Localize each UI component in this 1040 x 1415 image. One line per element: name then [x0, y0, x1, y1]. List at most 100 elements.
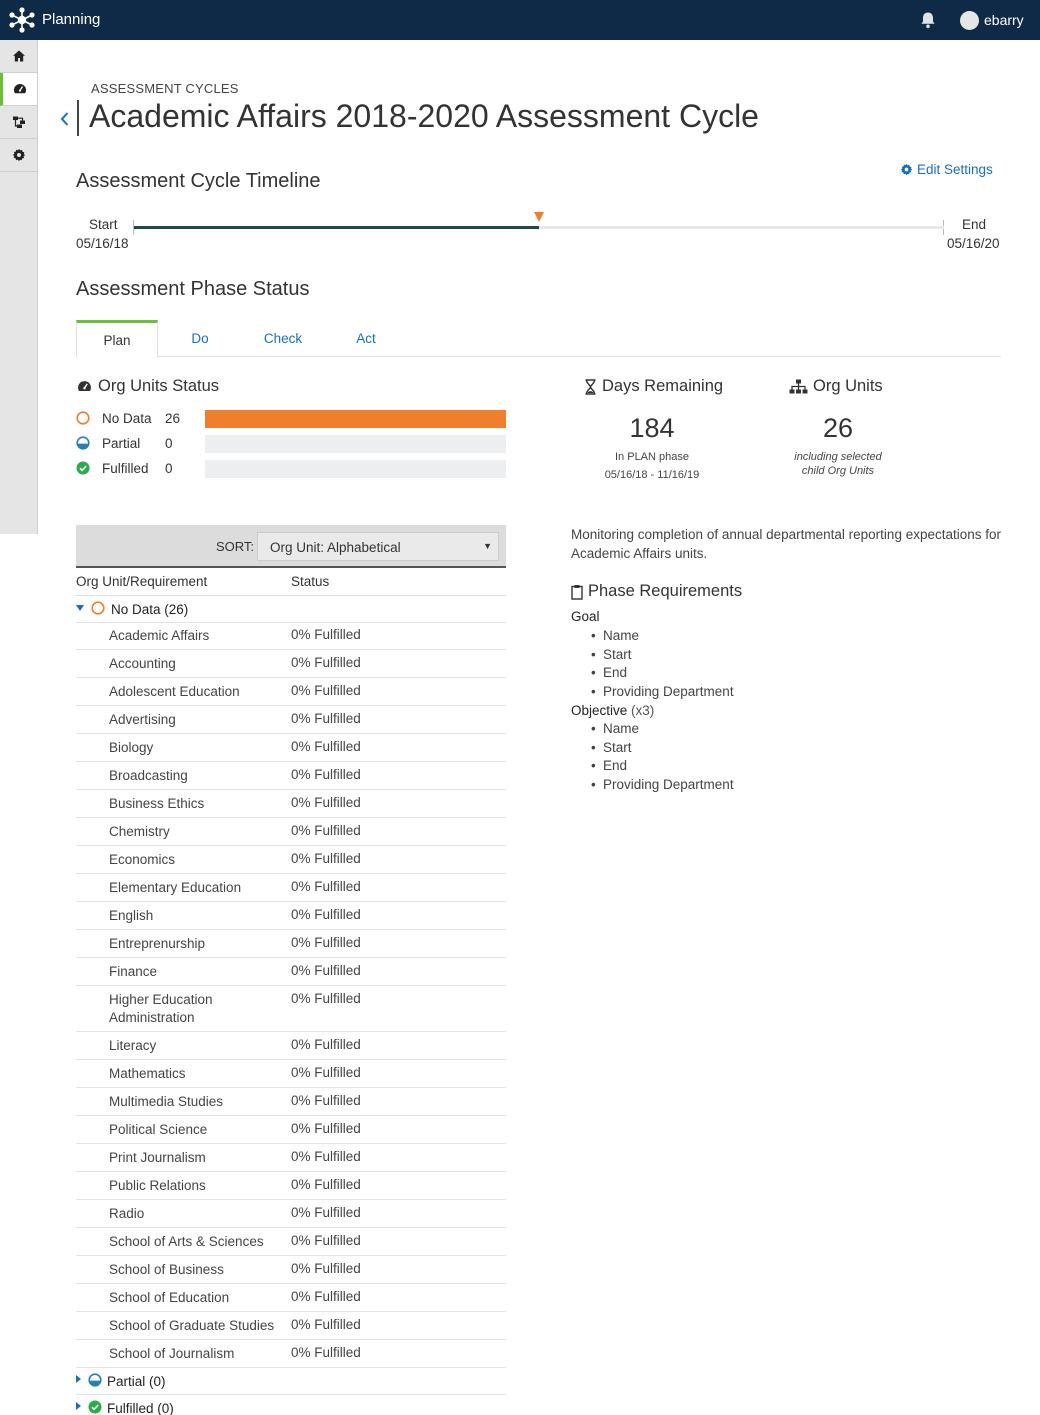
tab-do[interactable]: Do [176, 320, 224, 357]
org-unit-name: School of Journalism [109, 1346, 235, 1361]
table-row[interactable]: Elementary Education 0% Fulfilled [76, 874, 506, 902]
table-row[interactable]: Advertising 0% Fulfilled [76, 706, 506, 734]
collapsed-groups: Partial (0) Fulfilled (0) [76, 1368, 506, 1415]
fulfilled-check-icon [88, 1400, 102, 1414]
org-unit-status: 0% Fulfilled [291, 935, 361, 950]
sort-select[interactable]: Org Unit: Alphabetical ▼ [257, 532, 499, 561]
rail-item-settings[interactable] [0, 139, 37, 172]
table-row[interactable]: Print Journalism 0% Fulfilled [76, 1144, 506, 1172]
sort-bar: SORT: Org Unit: Alphabetical ▼ [76, 525, 506, 568]
org-unit-name: Accounting [109, 656, 176, 671]
org-unit-name: School of Business [109, 1262, 224, 1277]
tab-act[interactable]: Act [346, 320, 386, 357]
requirement-item: Name [591, 721, 639, 736]
table-row[interactable]: Multimedia Studies 0% Fulfilled [76, 1088, 506, 1116]
table-row[interactable]: Political Science 0% Fulfilled [76, 1116, 506, 1144]
planning-logo-icon[interactable] [8, 7, 36, 33]
edit-settings-link[interactable]: Edit Settings [900, 162, 993, 177]
gear-icon [900, 163, 913, 176]
timeline-current-marker [534, 212, 544, 222]
table-row[interactable]: Mathematics 0% Fulfilled [76, 1060, 506, 1088]
days-remaining-title: Days Remaining [584, 377, 723, 396]
tab-plan[interactable]: Plan [76, 320, 158, 358]
username[interactable]: ebarry [984, 12, 1024, 28]
org-unit-status: 0% Fulfilled [291, 739, 361, 754]
tab-check[interactable]: Check [256, 320, 310, 357]
table-row[interactable]: Literacy 0% Fulfilled [76, 1032, 506, 1060]
table-row[interactable]: Economics 0% Fulfilled [76, 846, 506, 874]
table-row[interactable]: Business Ethics 0% Fulfilled [76, 790, 506, 818]
org-unit-status: 0% Fulfilled [291, 1093, 361, 1108]
status-label: Partial [102, 436, 141, 451]
org-unit-status: 0% Fulfilled [291, 1233, 361, 1248]
clipboard-icon [571, 584, 583, 600]
requirement-item: Start [591, 740, 632, 755]
rail-item-hierarchy[interactable] [0, 106, 37, 139]
sort-select-value: Org Unit: Alphabetical [270, 540, 401, 555]
timeline-end-label: End [962, 217, 987, 232]
org-unit-name: Political Science [109, 1122, 208, 1137]
column-header-status[interactable]: Status [291, 574, 329, 589]
phase-tabs: Plan Do Check Act [76, 320, 1001, 358]
group-row-partial[interactable]: Partial (0) [76, 1368, 506, 1395]
table-row[interactable]: Higher Education Administration 0% Fulfil… [76, 986, 506, 1032]
org-units-note-2: child Org Units [801, 465, 875, 477]
gear-icon [12, 148, 25, 162]
table-row[interactable]: Biology 0% Fulfilled [76, 734, 506, 762]
table-row[interactable]: Adolescent Education 0% Fulfilled [76, 678, 506, 706]
column-header-org-unit[interactable]: Org Unit/Requirement [76, 574, 207, 589]
caret-right-icon[interactable] [76, 1375, 81, 1383]
org-unit-status: 0% Fulfilled [291, 767, 361, 782]
org-unit-name: Higher Education Administration [109, 992, 213, 1025]
notifications-bell-icon[interactable] [918, 10, 938, 30]
status-bar [205, 435, 506, 453]
rail-item-home[interactable] [0, 40, 37, 73]
org-unit-status: 0% Fulfilled [291, 683, 361, 698]
side-rail [0, 40, 38, 534]
org-unit-status: 0% Fulfilled [291, 907, 361, 922]
status-row-fulfilled: Fulfilled 0 [76, 460, 508, 478]
timeline-track [134, 226, 944, 229]
table-row[interactable]: School of Business 0% Fulfilled [76, 1256, 506, 1284]
table-row[interactable]: Broadcasting 0% Fulfilled [76, 762, 506, 790]
org-unit-name: Finance [109, 964, 158, 979]
org-units-status-label: Org Units Status [98, 377, 220, 395]
caret-down-icon: ▼ [483, 541, 492, 551]
group-row-fulfilled[interactable]: Fulfilled (0) [76, 1395, 506, 1415]
org-units-note-1: including selected [794, 451, 882, 463]
table-row[interactable]: Radio 0% Fulfilled [76, 1200, 506, 1228]
table-row[interactable]: School of Arts & Sciences 0% Fulfilled [76, 1228, 506, 1256]
org-unit-name: English [109, 908, 154, 923]
hierarchy-icon [12, 116, 25, 128]
breadcrumb[interactable]: ASSESSMENT CYCLES [91, 81, 239, 96]
title-divider [77, 100, 79, 136]
org-unit-name: Biology [109, 740, 154, 755]
org-unit-name: Mathematics [109, 1066, 186, 1081]
table-row[interactable]: School of Education 0% Fulfilled [76, 1284, 506, 1312]
org-unit-name: School of Arts & Sciences [109, 1234, 264, 1249]
org-unit-status: 0% Fulfilled [291, 1289, 361, 1304]
avatar[interactable] [960, 11, 979, 30]
org-unit-name: Advertising [109, 712, 176, 727]
table-row[interactable]: Academic Affairs 0% Fulfilled [76, 622, 506, 650]
org-unit-name: Adolescent Education [109, 684, 240, 699]
objective-count: (x3) [631, 703, 655, 718]
rail-item-dashboard[interactable] [0, 73, 37, 106]
org-unit-name: Economics [109, 852, 176, 867]
org-unit-status: 0% Fulfilled [291, 823, 361, 838]
table-row[interactable]: Chemistry 0% Fulfilled [76, 818, 506, 846]
table-row[interactable]: School of Graduate Studies 0% Fulfilled [76, 1312, 506, 1340]
caret-right-icon[interactable] [76, 1402, 81, 1410]
table-row[interactable]: Public Relations 0% Fulfilled [76, 1172, 506, 1200]
requirement-item-label: Providing Department [603, 684, 734, 700]
requirement-item: Providing Department [591, 777, 734, 792]
table-row[interactable]: English 0% Fulfilled [76, 902, 506, 930]
table-row[interactable]: Entreprenurship 0% Fulfilled [76, 930, 506, 958]
timeline-progress [134, 226, 539, 229]
table-row[interactable]: Accounting 0% Fulfilled [76, 650, 506, 678]
group-row-no-data[interactable]: No Data (26) [76, 596, 506, 623]
caret-down-icon[interactable] [76, 605, 84, 611]
back-chevron-icon[interactable] [58, 108, 72, 130]
table-row[interactable]: Finance 0% Fulfilled [76, 958, 506, 986]
table-row[interactable]: School of Journalism 0% Fulfilled [76, 1340, 506, 1368]
